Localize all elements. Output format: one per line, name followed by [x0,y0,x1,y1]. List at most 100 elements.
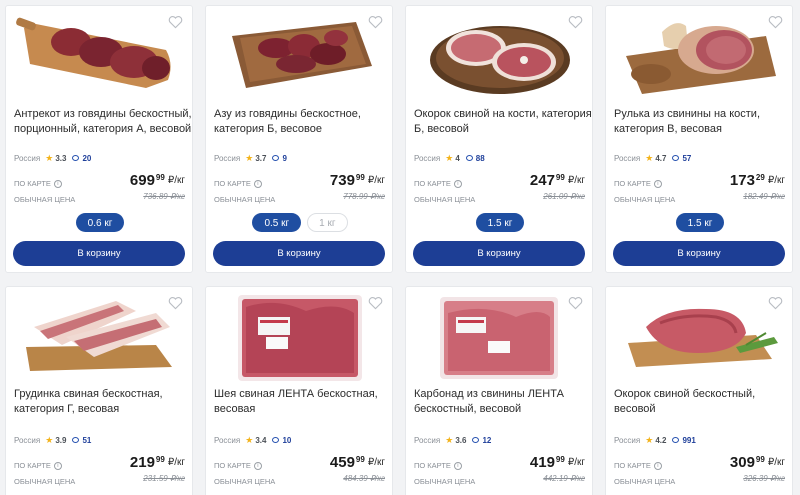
reviews-count[interactable]: 51 [82,436,91,445]
regular-price: 326.39 ₽/кг [743,474,785,483]
country-label: Россия [14,153,41,163]
weight-chip[interactable]: 1.5 кг [675,213,725,232]
product-card[interactable]: Рулька из свинины на кости, категория В,… [605,5,793,273]
weight-options: 0.6 кг [6,213,192,232]
reviews-count[interactable]: 991 [682,436,695,445]
info-circle-icon[interactable]: i [653,179,662,188]
add-to-cart-button[interactable]: В корзину [213,241,385,266]
product-meta: Россия ★ 4.7 57 [614,152,691,164]
regular-price-label: ОБЫЧНАЯ ЦЕНА [414,195,476,204]
rating-value: 3.6 [455,435,467,445]
favorite-heart-icon[interactable] [768,15,783,29]
comment-bubble-icon [272,437,280,443]
star-icon: ★ [645,152,654,163]
rating-value: 4 [455,153,460,163]
product-image[interactable] [406,6,593,106]
product-card[interactable]: Грудинка свиная бескостная, категория Г,… [5,286,193,495]
star-icon: ★ [245,152,254,163]
comment-bubble-icon [472,437,480,443]
country-label: Россия [614,153,641,163]
product-meta: Россия ★ 4.2 991 [614,434,696,446]
reviews-count[interactable]: 57 [682,154,691,163]
weight-chip[interactable]: 1 кг [307,213,348,232]
weight-chip[interactable]: 0.5 кг [252,213,302,232]
rating-value: 4.7 [655,153,667,163]
add-to-cart-button[interactable]: В корзину [413,241,585,266]
card-price: 173 29 ₽/кг [729,172,785,189]
info-circle-icon[interactable]: i [53,179,62,188]
card-price: 247 99 ₽/кг [529,172,585,189]
favorite-heart-icon[interactable] [768,296,783,310]
product-image[interactable] [606,6,793,106]
regular-price-label: ОБЫЧНАЯ ЦЕНА [214,195,276,204]
product-image[interactable] [206,287,393,387]
info-circle-icon[interactable]: i [453,461,462,470]
regular-price-label: ОБЫЧНАЯ ЦЕНА [14,195,76,204]
rating-value: 3.3 [55,153,67,163]
add-to-cart-button[interactable]: В корзину [13,241,185,266]
regular-price-label: ОБЫЧНАЯ ЦЕНА [614,195,676,204]
product-card[interactable]: Азу из говядины бескостное, категория Б,… [205,5,393,273]
regular-price: 778.99 ₽/кг [343,192,385,201]
favorite-heart-icon[interactable] [568,296,583,310]
info-circle-icon[interactable]: i [453,179,462,188]
product-card[interactable]: Карбонад из свинины ЛЕНТА бескостный, ве… [405,286,593,495]
add-to-cart-button[interactable]: В корзину [613,241,785,266]
product-title[interactable]: Окорок свиной бескостный, весовой [614,387,792,416]
weight-chip[interactable]: 1.5 кг [475,213,525,232]
product-image[interactable] [6,6,193,106]
info-circle-icon[interactable]: i [253,179,262,188]
product-title[interactable]: Окорок свиной на кости, категория Б, вес… [414,107,592,136]
favorite-heart-icon[interactable] [568,15,583,29]
product-image[interactable] [6,287,193,387]
country-label: Россия [214,435,241,445]
regular-price: 442.19 ₽/кг [543,474,585,483]
country-label: Россия [614,435,641,445]
country-label: Россия [414,153,441,163]
product-card[interactable]: Окорок свиной на кости, категория Б, вес… [405,5,593,273]
product-title[interactable]: Антрекот из говядины бескостный, порцион… [14,107,192,136]
weight-chip[interactable]: 0.6 кг [75,213,125,232]
product-card[interactable]: Антрекот из говядины бескостный, порцион… [5,5,193,273]
card-price-label: ПО КАРТЕ i [14,461,62,470]
product-title[interactable]: Грудинка свиная бескостная, категория Г,… [14,387,192,416]
product-card[interactable]: Окорок свиной бескостный, весовой Россия… [605,286,793,495]
product-card[interactable]: Шея свиная ЛЕНТА бескостная, весовая Рос… [205,286,393,495]
card-price-label: ПО КАРТЕ i [14,179,62,188]
product-grid: Антрекот из говядины бескостный, порцион… [0,0,800,495]
reviews-count[interactable]: 9 [282,154,286,163]
star-icon: ★ [45,152,54,163]
star-icon: ★ [245,434,254,445]
favorite-heart-icon[interactable] [168,296,183,310]
card-price: 459 99 ₽/кг [329,454,385,471]
favorite-heart-icon[interactable] [368,15,383,29]
reviews-count[interactable]: 10 [282,436,291,445]
reviews-count[interactable]: 88 [476,154,485,163]
favorite-heart-icon[interactable] [368,296,383,310]
rating-value: 3.7 [255,153,267,163]
regular-price: 484.39 ₽/кг [343,474,385,483]
product-image[interactable] [206,6,393,106]
rating-value: 3.4 [255,435,267,445]
card-price-label: ПО КАРТЕ i [414,461,462,470]
regular-price-label: ОБЫЧНАЯ ЦЕНА [414,477,476,486]
reviews-count[interactable]: 20 [82,154,91,163]
product-title[interactable]: Азу из говядины бескостное, категория Б,… [214,107,392,136]
favorite-heart-icon[interactable] [168,15,183,29]
country-label: Россия [414,435,441,445]
card-price: 309 99 ₽/кг [729,454,785,471]
product-title[interactable]: Шея свиная ЛЕНТА бескостная, весовая [214,387,392,416]
card-price-label: ПО КАРТЕ i [214,461,262,470]
reviews-count[interactable]: 12 [482,436,491,445]
comment-bubble-icon [272,155,280,161]
info-circle-icon[interactable]: i [253,461,262,470]
comment-bubble-icon [465,155,473,161]
product-title[interactable]: Карбонад из свинины ЛЕНТА бескостный, ве… [414,387,592,416]
product-title[interactable]: Рулька из свинины на кости, категория В,… [614,107,792,136]
rating-value: 4.2 [655,435,667,445]
product-image[interactable] [406,287,593,387]
weight-options: 1.5 кг [606,213,792,232]
info-circle-icon[interactable]: i [53,461,62,470]
info-circle-icon[interactable]: i [653,461,662,470]
product-image[interactable] [606,287,793,387]
